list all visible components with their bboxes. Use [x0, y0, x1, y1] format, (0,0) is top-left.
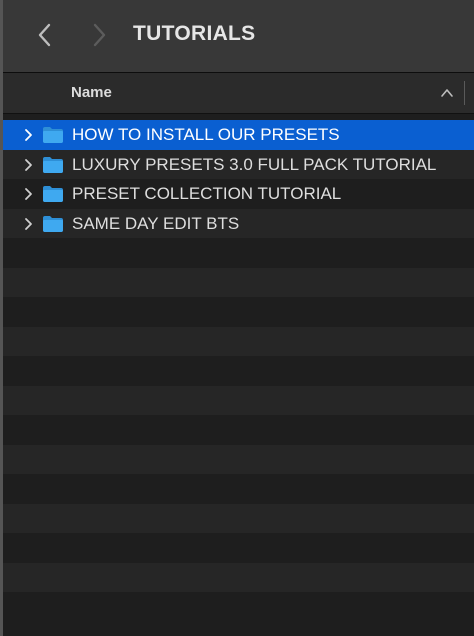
list-item-label: PRESET COLLECTION TUTORIAL — [72, 184, 342, 203]
chevron-up-icon[interactable] — [440, 87, 454, 99]
empty-row — [3, 562, 474, 592]
back-button[interactable] — [31, 20, 59, 50]
list-item[interactable]: SAME DAY EDIT BTS — [3, 208, 474, 238]
empty-row — [3, 592, 474, 622]
chevron-left-icon — [38, 23, 51, 47]
list-item[interactable]: HOW TO INSTALL OUR PRESETS — [3, 120, 474, 150]
column-divider[interactable] — [464, 81, 465, 105]
column-header: Name — [3, 73, 474, 114]
toolbar: TUTORIALS — [3, 0, 474, 73]
window-title: TUTORIALS — [133, 22, 256, 45]
file-list: HOW TO INSTALL OUR PRESETS LUXURY PRESETS… — [3, 120, 474, 622]
chevron-right-icon — [93, 23, 106, 47]
finder-window: TUTORIALS Name HOW TO INSTALL OUR PRESET… — [0, 0, 474, 636]
folder-icon — [43, 156, 63, 173]
list-item[interactable]: LUXURY PRESETS 3.0 FULL PACK TUTORIAL — [3, 149, 474, 179]
empty-row — [3, 503, 474, 533]
list-item-label: LUXURY PRESETS 3.0 FULL PACK TUTORIAL — [72, 154, 437, 174]
disclosure-triangle-icon[interactable] — [23, 128, 33, 142]
list-item-label: HOW TO INSTALL OUR PRESETS — [72, 125, 340, 144]
folder-icon — [43, 127, 63, 143]
disclosure-triangle-icon[interactable] — [23, 187, 33, 201]
disclosure-triangle-icon[interactable] — [23, 158, 33, 172]
empty-row — [3, 444, 474, 474]
folder-icon — [43, 215, 63, 232]
empty-row — [3, 238, 474, 268]
empty-row — [3, 356, 474, 386]
empty-row — [3, 533, 474, 563]
empty-row — [3, 326, 474, 356]
disclosure-triangle-icon[interactable] — [23, 217, 33, 231]
list-item[interactable]: PRESET COLLECTION TUTORIAL — [3, 179, 474, 209]
empty-row — [3, 297, 474, 327]
name-column-header[interactable]: Name — [71, 84, 112, 101]
list-item-label: SAME DAY EDIT BTS — [72, 213, 240, 233]
empty-row — [3, 474, 474, 504]
folder-icon — [43, 186, 63, 202]
empty-row — [3, 267, 474, 297]
empty-row — [3, 415, 474, 445]
forward-button[interactable] — [85, 20, 113, 50]
empty-row — [3, 385, 474, 415]
